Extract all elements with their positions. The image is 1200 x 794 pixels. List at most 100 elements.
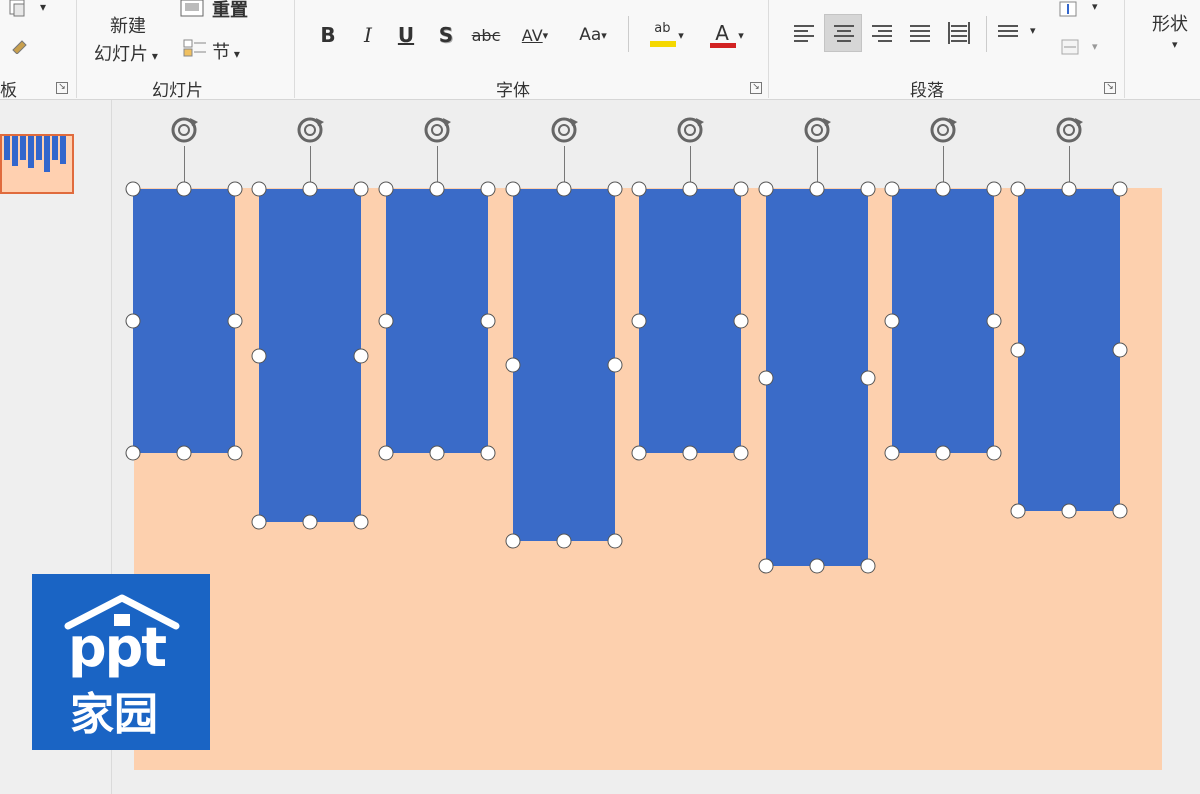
rotate-handle-icon[interactable] — [294, 114, 326, 146]
resize-handle[interactable] — [251, 181, 267, 197]
rotate-handle-icon[interactable] — [927, 114, 959, 146]
resize-handle[interactable] — [733, 181, 749, 197]
resize-handle[interactable] — [986, 181, 1002, 197]
resize-handle[interactable] — [125, 313, 141, 329]
rotate-handle-icon[interactable] — [674, 114, 706, 146]
resize-handle[interactable] — [251, 514, 267, 530]
resize-handle[interactable] — [631, 181, 647, 197]
resize-handle[interactable] — [986, 445, 1002, 461]
resize-handle[interactable] — [809, 181, 825, 197]
resize-handle[interactable] — [682, 181, 698, 197]
strikethrough-button[interactable]: abc — [470, 22, 502, 48]
new-slide-label-2[interactable]: 幻灯片 ▾ — [94, 40, 158, 66]
rectangle-shape-4[interactable] — [513, 189, 615, 541]
resize-handle[interactable] — [1112, 181, 1128, 197]
resize-handle[interactable] — [227, 445, 243, 461]
resize-handle[interactable] — [758, 370, 774, 385]
resize-handle[interactable] — [302, 514, 318, 530]
resize-handle[interactable] — [1112, 342, 1128, 358]
rectangle-shape-2[interactable] — [259, 189, 361, 522]
align-left-icon[interactable] — [794, 22, 816, 44]
resize-handle[interactable] — [353, 514, 369, 530]
paste-icon[interactable] — [8, 0, 28, 18]
resize-handle[interactable] — [378, 181, 394, 197]
resize-handle[interactable] — [860, 181, 876, 197]
resize-handle[interactable] — [1112, 503, 1128, 519]
resize-handle[interactable] — [378, 313, 394, 329]
resize-handle[interactable] — [505, 181, 521, 197]
rotate-handle-icon[interactable] — [1053, 114, 1085, 146]
rectangle-shape-6[interactable] — [766, 189, 868, 566]
paragraph-launcher-icon[interactable]: ↘ — [1104, 82, 1116, 94]
italic-button[interactable]: I — [358, 22, 378, 48]
resize-handle[interactable] — [227, 181, 243, 197]
resize-handle[interactable] — [935, 445, 951, 461]
resize-handle[interactable] — [1010, 342, 1026, 358]
resize-handle[interactable] — [758, 558, 774, 574]
columns-icon[interactable] — [998, 22, 1020, 44]
resize-handle[interactable] — [1010, 181, 1026, 197]
resize-handle[interactable] — [429, 445, 445, 461]
clipboard-launcher-icon[interactable]: ↘ — [56, 82, 68, 94]
resize-handle[interactable] — [733, 313, 749, 329]
reset-label[interactable]: 重置 — [212, 0, 248, 22]
rectangle-shape-3[interactable] — [386, 189, 488, 453]
resize-handle[interactable] — [809, 558, 825, 574]
rotate-handle-icon[interactable] — [168, 114, 200, 146]
character-spacing-button[interactable]: AV ▾ — [512, 22, 558, 48]
resize-handle[interactable] — [1061, 181, 1077, 197]
rectangle-shape-7[interactable] — [892, 189, 994, 453]
reset-icon[interactable] — [180, 0, 206, 22]
resize-handle[interactable] — [480, 445, 496, 461]
resize-handle[interactable] — [860, 370, 876, 385]
resize-handle[interactable] — [480, 313, 496, 329]
resize-handle[interactable] — [682, 445, 698, 461]
resize-handle[interactable] — [556, 533, 572, 549]
rotate-handle-icon[interactable] — [548, 114, 580, 146]
resize-handle[interactable] — [884, 181, 900, 197]
rotate-handle-icon[interactable] — [421, 114, 453, 146]
resize-handle[interactable] — [251, 348, 267, 363]
justify-icon[interactable] — [910, 22, 932, 44]
change-case-button[interactable]: Aa ▾ — [570, 22, 616, 48]
new-slide-label-1[interactable]: 新建 — [110, 12, 146, 38]
resize-handle[interactable] — [302, 181, 318, 197]
rotate-handle-icon[interactable] — [801, 114, 833, 146]
font-color-button[interactable]: A ▾ — [698, 21, 754, 48]
shadow-button[interactable]: S — [436, 22, 456, 48]
resize-handle[interactable] — [884, 445, 900, 461]
resize-handle[interactable] — [631, 445, 647, 461]
rectangle-shape-5[interactable] — [639, 189, 741, 453]
align-right-icon[interactable] — [872, 22, 894, 44]
resize-handle[interactable] — [176, 445, 192, 461]
resize-handle[interactable] — [176, 181, 192, 197]
resize-handle[interactable] — [935, 181, 951, 197]
text-direction-icon[interactable] — [1056, 0, 1086, 24]
rectangle-shape-8[interactable] — [1018, 189, 1120, 511]
slide-thumbnail[interactable] — [0, 134, 74, 194]
font-launcher-icon[interactable]: ↘ — [750, 82, 762, 94]
resize-handle[interactable] — [353, 181, 369, 197]
resize-handle[interactable] — [733, 445, 749, 461]
resize-handle[interactable] — [556, 181, 572, 197]
resize-handle[interactable] — [607, 181, 623, 197]
section-label[interactable]: 节 ▾ — [212, 38, 240, 64]
resize-handle[interactable] — [1010, 503, 1026, 519]
resize-handle[interactable] — [884, 313, 900, 329]
rectangle-shape-1[interactable] — [133, 189, 235, 453]
section-icon[interactable] — [182, 38, 208, 62]
resize-handle[interactable] — [125, 445, 141, 461]
distributed-icon[interactable] — [948, 22, 970, 44]
resize-handle[interactable] — [631, 313, 647, 329]
resize-handle[interactable] — [607, 357, 623, 373]
resize-handle[interactable] — [1061, 503, 1077, 519]
resize-handle[interactable] — [378, 445, 394, 461]
format-painter-icon[interactable] — [10, 36, 32, 58]
underline-button[interactable]: U — [396, 22, 416, 48]
resize-handle[interactable] — [429, 181, 445, 197]
bold-button[interactable]: B — [318, 22, 338, 48]
resize-handle[interactable] — [758, 181, 774, 197]
resize-handle[interactable] — [480, 181, 496, 197]
align-center-icon[interactable] — [834, 22, 856, 44]
highlight-button[interactable]: ab ▾ — [638, 21, 694, 48]
